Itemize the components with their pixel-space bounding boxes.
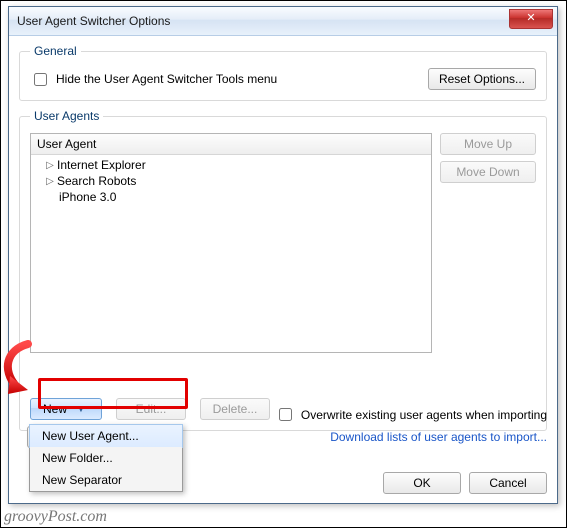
tree-item-label: iPhone 3.0 [59, 190, 116, 204]
new-button-label: New [43, 402, 67, 416]
titlebar[interactable]: User Agent Switcher Options ✕ [9, 7, 557, 36]
dropdown-arrow-icon: ▼ [77, 405, 85, 414]
general-legend: General [30, 44, 81, 58]
tree-item-label: Internet Explorer [57, 158, 146, 172]
hide-menu-checkbox[interactable] [34, 73, 47, 86]
menu-item-label: New Separator [42, 473, 122, 487]
overwrite-checkbox[interactable] [279, 408, 292, 421]
user-agents-group: User Agents User Agent ▷ Internet Explor… [19, 109, 547, 431]
move-down-button[interactable]: Move Down [440, 161, 536, 183]
reset-options-button[interactable]: Reset Options... [428, 68, 536, 90]
user-agents-legend: User Agents [30, 109, 103, 123]
menu-item-new-folder[interactable]: New Folder... [30, 447, 182, 469]
menu-item-new-user-agent[interactable]: New User Agent... [29, 424, 183, 448]
menu-item-label: New Folder... [42, 451, 113, 465]
new-button[interactable]: New ▼ [30, 398, 102, 420]
overwrite-text: Overwrite existing user agents when impo… [301, 408, 547, 422]
close-icon: ✕ [526, 12, 535, 24]
expand-icon[interactable]: ▷ [45, 176, 55, 187]
new-dropdown-menu: New User Agent... New Folder... New Sepa… [29, 424, 183, 492]
cancel-button[interactable]: Cancel [469, 472, 547, 494]
ok-button[interactable]: OK [383, 472, 461, 494]
menu-item-label: New User Agent... [42, 429, 139, 443]
import-options: Overwrite existing user agents when impo… [209, 405, 547, 444]
user-agent-column-header[interactable]: User Agent [31, 134, 431, 155]
watermark: groovyPost.com [4, 508, 107, 526]
download-lists-link[interactable]: Download lists of user agents to import.… [330, 430, 547, 444]
hide-menu-checkbox-label[interactable]: Hide the User Agent Switcher Tools menu [30, 70, 277, 89]
move-up-button[interactable]: Move Up [440, 133, 536, 155]
edit-button[interactable]: Edit... [116, 398, 186, 420]
window-title: User Agent Switcher Options [17, 14, 170, 28]
user-agent-tree: ▷ Internet Explorer ▷ Search Robots iPho… [31, 155, 431, 207]
user-agent-list[interactable]: User Agent ▷ Internet Explorer ▷ Search … [30, 133, 432, 353]
general-group: General Hide the User Agent Switcher Too… [19, 44, 547, 101]
expand-icon[interactable]: ▷ [45, 160, 55, 171]
tree-item-search-robots[interactable]: ▷ Search Robots [31, 173, 431, 189]
menu-item-new-separator[interactable]: New Separator [30, 469, 182, 491]
tree-item-internet-explorer[interactable]: ▷ Internet Explorer [31, 157, 431, 173]
dialog-window: User Agent Switcher Options ✕ General Hi… [8, 6, 558, 504]
close-button[interactable]: ✕ [509, 9, 553, 29]
tree-item-iphone[interactable]: iPhone 3.0 [31, 189, 431, 205]
tree-item-label: Search Robots [57, 174, 136, 188]
hide-menu-text: Hide the User Agent Switcher Tools menu [56, 72, 277, 86]
overwrite-checkbox-label[interactable]: Overwrite existing user agents when impo… [275, 405, 547, 424]
